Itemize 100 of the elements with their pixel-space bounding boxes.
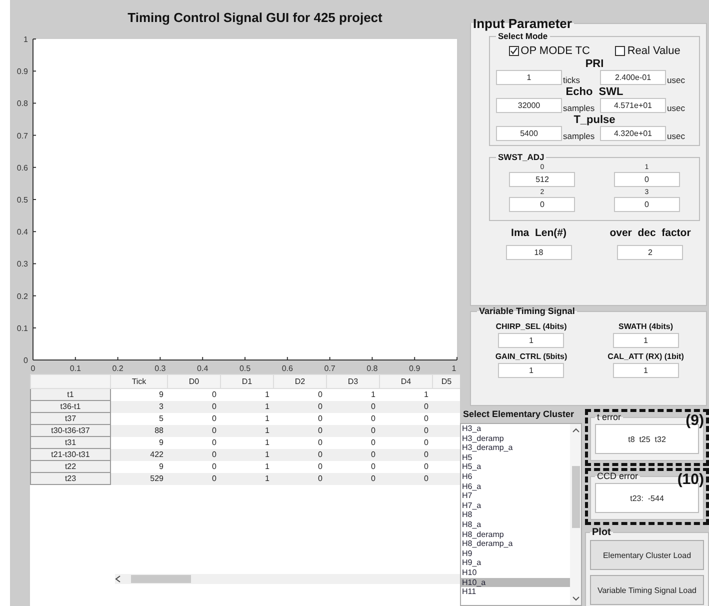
column-header: D1 [220, 374, 274, 388]
input-field[interactable]: 512 [509, 172, 576, 187]
input-field[interactable]: 4.571e+01 [600, 98, 666, 113]
field-label: CAL_ATT (RX) (1bit) [608, 352, 684, 361]
tick-label: 0.7 [324, 364, 336, 373]
input-field[interactable]: 0 [614, 172, 680, 187]
unit-label: samples [563, 131, 596, 141]
input-field[interactable]: 1 [498, 363, 564, 378]
column-header: D4 [380, 374, 432, 388]
table-cell: 0 [274, 412, 326, 424]
load-button[interactable]: Variable Timing Signal Load [590, 575, 704, 605]
list-item[interactable]: H5 [461, 452, 570, 462]
input-field[interactable]: 1 [496, 70, 562, 85]
row-header: t36-t1 [30, 400, 110, 412]
tick-label: 0.4 [197, 364, 208, 373]
list-item[interactable]: H10_a [461, 578, 570, 588]
input-field[interactable]: 18 [506, 245, 572, 260]
panel-title: t error [596, 412, 622, 422]
row-header: t21-t30-t31 [30, 448, 110, 460]
panel-title: CCD error [596, 471, 640, 481]
tick-label: 0 [24, 356, 28, 365]
unit-label: ticks [563, 75, 581, 85]
table-cell: 9 [110, 436, 168, 448]
scrollbar-thumb[interactable] [572, 466, 580, 528]
input-field[interactable]: 0 [614, 197, 680, 212]
list-item[interactable]: H3_deramp_a [461, 443, 570, 453]
input-field[interactable]: 1 [498, 333, 564, 348]
list-item[interactable]: H7 [461, 491, 570, 501]
input-field[interactable]: 5400 [496, 126, 562, 141]
list-item[interactable]: H8_a [461, 520, 570, 530]
mode-checkbox[interactable]: Real Value [615, 45, 680, 57]
table-cell: 88 [110, 424, 168, 436]
table-cell: 0 [274, 388, 326, 400]
panel-title: SWST_ADJ [497, 152, 546, 162]
table-cell: 0 [274, 400, 326, 412]
input-field[interactable]: 1 [612, 333, 679, 348]
tick-label: 0.3 [16, 260, 28, 269]
list-item[interactable]: H8 [461, 510, 570, 520]
row-header: t23 [30, 472, 110, 484]
list-item[interactable]: H9_a [461, 558, 570, 568]
input-field[interactable]: 1 [612, 363, 679, 378]
horizontal-scrollbar[interactable] [115, 574, 460, 584]
column-header: D3 [326, 374, 380, 388]
table-cell: 3 [110, 400, 168, 412]
list-item[interactable]: H7_a [461, 500, 570, 510]
row-header: t22 [30, 460, 110, 472]
table-cell: 0 [168, 400, 220, 412]
list-item[interactable]: H9 [461, 548, 570, 558]
list-item[interactable]: H3_deramp [461, 434, 570, 444]
checkbox-box[interactable] [615, 46, 626, 56]
tick-label: 0.1 [16, 324, 28, 333]
parameter-label: Echo SWL [564, 86, 624, 98]
input-field[interactable]: 4.320e+01 [600, 126, 666, 141]
tick-label: 0.5 [16, 196, 28, 204]
cluster-listbox[interactable]: H3_a H3_deramp H3_deramp_a H5 H5_a H6 H6_a H7 H7_a H8 H8_a H8_deramp H8_deramp_a H9 H9_a H10 H10_a H11 [460, 423, 582, 606]
list-item[interactable]: H10 [461, 568, 570, 578]
tick-label: 0.3 [154, 364, 166, 373]
table-cell: 0 [326, 400, 380, 412]
table-cell: 0 [326, 424, 380, 436]
column-header: D2 [274, 374, 326, 388]
tick-label: 0.2 [16, 292, 28, 301]
list-item[interactable]: H8_deramp_a [461, 539, 570, 549]
vertical-scrollbar[interactable] [570, 424, 581, 605]
list-item[interactable]: H6 [461, 472, 570, 482]
field-label: SWATH (4bits) [618, 322, 673, 331]
input-field[interactable]: 32000 [496, 98, 562, 113]
list-item[interactable]: H6_a [461, 482, 570, 492]
input-field[interactable]: 2 [617, 245, 684, 260]
panel-title: Plot [591, 527, 612, 538]
row-header: t30-t36-t37 [30, 424, 110, 436]
table-cell: 0 [380, 460, 432, 472]
tick-label: 0.2 [112, 364, 124, 373]
table-cell: 0 [380, 400, 432, 412]
table-cell: 0 [274, 448, 326, 460]
mode-checkbox[interactable]: OP MODE TC [508, 45, 590, 57]
input-field[interactable]: 2.400e-01 [600, 70, 666, 85]
checkbox-box[interactable] [508, 46, 519, 56]
table-cell: 9 [110, 460, 168, 472]
field-label: Ima Len(#) [511, 227, 566, 239]
parameter-label: T_pulse [572, 114, 616, 126]
table-cell: 0 [274, 424, 326, 436]
tick-label: 0.9 [16, 67, 28, 76]
table-cell: 0 [168, 448, 220, 460]
column-header: Tick [110, 374, 168, 388]
tick-label: 0.5 [239, 364, 251, 373]
panel-title: Input Parameter [472, 16, 573, 31]
list-item[interactable]: H5_a [461, 462, 570, 472]
scrollbar-thumb[interactable] [131, 575, 191, 583]
table-cell: 0 [326, 448, 380, 460]
field-label: over dec factor [610, 227, 691, 239]
list-item[interactable]: H3_a [461, 424, 570, 434]
input-field[interactable]: 0 [509, 197, 576, 212]
list-item[interactable]: H11 [461, 587, 570, 597]
table-cell: 1 [220, 424, 274, 436]
load-button[interactable]: Elementary Cluster Load [590, 540, 704, 570]
tick-label: 0.8 [366, 364, 378, 373]
table-cell: 0 [168, 436, 220, 448]
unit-label: usec [667, 131, 686, 141]
table-cell: 529 [110, 472, 168, 484]
list-item[interactable]: H8_deramp [461, 530, 570, 540]
